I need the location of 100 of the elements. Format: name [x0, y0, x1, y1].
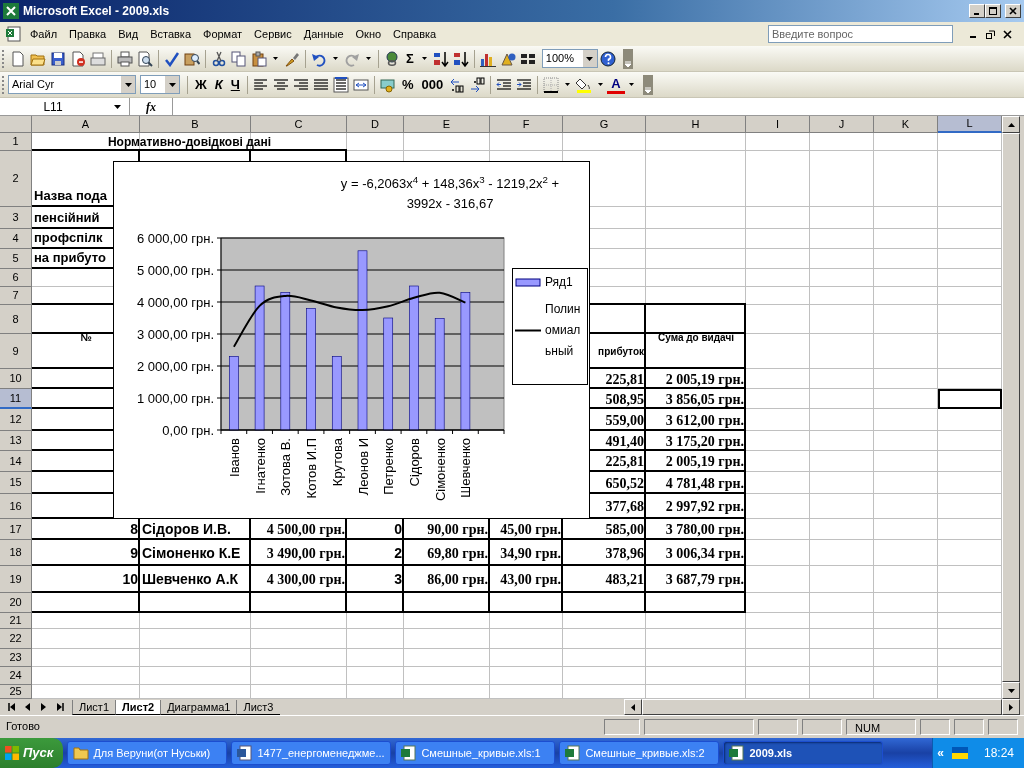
email-icon[interactable] — [90, 50, 106, 67]
last-sheet-icon[interactable] — [56, 703, 64, 711]
row-header[interactable]: 13 — [0, 431, 32, 451]
row-header[interactable]: 20 — [0, 593, 32, 613]
sort-descending-icon[interactable] — [452, 50, 469, 67]
cut-icon[interactable] — [211, 50, 227, 67]
font-color-button[interactable]: A — [607, 75, 625, 94]
row-header[interactable]: 23 — [0, 649, 32, 667]
column-header[interactable]: B — [140, 116, 251, 133]
column-header[interactable]: F — [490, 116, 563, 133]
menu-item[interactable]: Правка — [63, 23, 113, 45]
toolbar-grip[interactable] — [2, 75, 5, 94]
caret-icon[interactable] — [168, 82, 176, 87]
first-sheet-icon[interactable] — [8, 703, 16, 711]
row-header[interactable]: 10 — [0, 369, 32, 389]
increase-indent-icon[interactable] — [516, 76, 533, 93]
brush-icon[interactable] — [284, 50, 300, 67]
menu-item[interactable]: Справка — [387, 23, 443, 45]
taskbar-button[interactable]: Смешные_кривые.xls:1 — [395, 741, 556, 765]
fill-bucket-icon[interactable] — [576, 76, 593, 93]
row-header[interactable]: 24 — [0, 667, 32, 685]
row-header[interactable]: 21 — [0, 613, 32, 629]
menu-item[interactable]: Сервис — [248, 23, 298, 45]
align-center-icon[interactable] — [272, 76, 289, 93]
menu-item[interactable]: Окно — [349, 23, 388, 45]
print-preview-icon[interactable] — [137, 50, 153, 67]
align-right-icon[interactable] — [292, 76, 309, 93]
tray-expand-button[interactable]: « — [937, 744, 944, 762]
selected-cell[interactable] — [938, 389, 1002, 409]
dropdown-button[interactable] — [121, 76, 135, 93]
row-header[interactable]: 15 — [0, 472, 32, 494]
autosum-button[interactable]: Σ — [402, 47, 418, 70]
toolbar-options-icon[interactable] — [622, 48, 633, 69]
taskbar-button[interactable]: Смешные_кривые.xls:2 — [559, 741, 720, 765]
function-button[interactable]: fx — [130, 97, 172, 116]
caret-icon[interactable] — [586, 56, 594, 61]
scroll-left-button[interactable] — [624, 699, 642, 715]
align-left-icon[interactable] — [252, 76, 269, 93]
caret-icon[interactable] — [366, 57, 371, 60]
row-header[interactable]: 9 — [0, 334, 32, 369]
help-search-field[interactable]: Введите вопрос — [768, 25, 953, 43]
excel-document-icon[interactable] — [6, 26, 22, 42]
caret-icon[interactable] — [565, 83, 571, 86]
column-header[interactable]: C — [251, 116, 347, 133]
taskbar-button[interactable]: Для Веруни(от Нуськи) — [67, 741, 228, 765]
down-arrow-icon[interactable] — [1007, 688, 1015, 693]
increase-decimal-icon[interactable] — [449, 76, 466, 93]
taskbar-button[interactable]: 1477_енергоменеджме... — [231, 741, 392, 765]
row-header[interactable]: 22 — [0, 629, 32, 649]
sheet-tab[interactable]: Лист3 — [236, 700, 280, 715]
column-header[interactable]: L — [938, 116, 1002, 133]
globe-icon[interactable] — [384, 50, 400, 67]
row-header[interactable]: 8 — [0, 305, 32, 334]
column-header[interactable]: G — [563, 116, 646, 133]
row-header[interactable]: 11 — [0, 389, 32, 409]
copy-icon[interactable] — [231, 50, 247, 67]
caret-icon[interactable] — [114, 105, 121, 110]
menu-item[interactable]: Формат — [197, 23, 249, 45]
sheet-tab[interactable]: Диаграмма1 — [160, 700, 237, 715]
thousands-button[interactable]: 000 — [417, 73, 448, 96]
restore-icon[interactable] — [986, 29, 995, 39]
caret-icon[interactable] — [421, 57, 427, 60]
next-sheet-icon[interactable] — [40, 703, 48, 711]
merge-center-icon[interactable] — [352, 76, 369, 93]
row-header[interactable]: 5 — [0, 249, 32, 269]
help-icon[interactable] — [599, 50, 616, 67]
percent-button[interactable]: % — [397, 73, 418, 96]
scroll-up-button[interactable] — [1002, 116, 1020, 133]
column-header[interactable]: H — [646, 116, 746, 133]
permission-icon[interactable] — [70, 50, 86, 67]
row-header[interactable]: 1 — [0, 133, 32, 151]
column-header[interactable]: A — [32, 116, 140, 133]
start-button[interactable]: Пуск — [0, 738, 64, 768]
justify-icon[interactable] — [312, 76, 329, 93]
decrease-indent-icon[interactable] — [496, 76, 513, 93]
column-header[interactable]: D — [347, 116, 404, 133]
column-header[interactable]: E — [404, 116, 490, 133]
research-icon[interactable] — [184, 50, 200, 67]
borders-icon[interactable] — [543, 76, 560, 93]
menu-item[interactable]: Файл — [24, 23, 64, 45]
drawing-icon[interactable] — [499, 50, 516, 67]
row-header[interactable]: 4 — [0, 229, 32, 249]
menu-item[interactable]: Вид — [112, 23, 145, 45]
caret-icon[interactable] — [333, 57, 338, 60]
row-header[interactable]: 19 — [0, 566, 32, 593]
currency-icon[interactable] — [379, 76, 396, 93]
italic-button[interactable]: К — [210, 73, 227, 96]
row-header[interactable]: 14 — [0, 451, 32, 472]
decrease-decimal-icon[interactable] — [469, 76, 486, 93]
up-arrow-icon[interactable] — [1007, 122, 1015, 127]
close-icon[interactable] — [1003, 29, 1012, 39]
scroll-right-button[interactable] — [1002, 699, 1020, 715]
print-icon[interactable] — [117, 50, 133, 67]
caret-icon[interactable] — [628, 83, 634, 86]
row-header[interactable]: 3 — [0, 207, 32, 229]
caret-icon[interactable] — [124, 82, 132, 87]
new-document-icon[interactable] — [10, 50, 26, 67]
name-box[interactable]: L11 — [0, 97, 106, 116]
dropdown-button[interactable] — [165, 76, 179, 93]
column-header[interactable]: I — [746, 116, 810, 133]
